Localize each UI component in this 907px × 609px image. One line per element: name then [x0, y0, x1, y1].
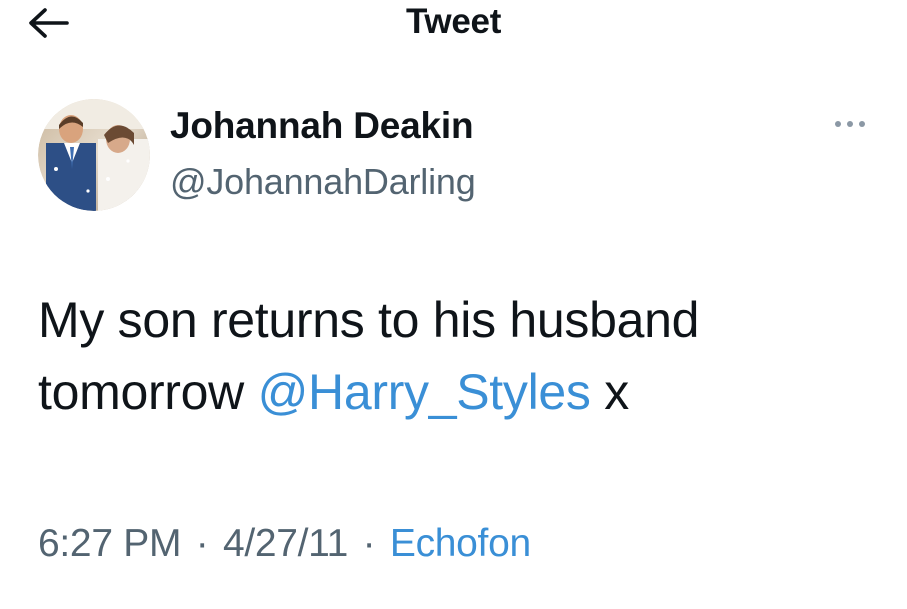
meta-separator: ·	[195, 522, 209, 565]
meta-separator-2: ·	[362, 522, 376, 565]
top-navigation-bar: Tweet	[0, 0, 907, 62]
tweet-metadata: 6:27 PM · 4/27/11 · Echofon	[38, 518, 531, 570]
author-avatar[interactable]	[38, 99, 150, 211]
tweet-time: 6:27 PM	[38, 522, 182, 565]
more-options-icon	[835, 121, 865, 127]
tweet-source-link[interactable]: Echofon	[390, 522, 531, 565]
profile-photo	[38, 99, 150, 211]
author-display-name[interactable]: Johannah Deakin	[170, 104, 474, 148]
page-title: Tweet	[405, 2, 502, 41]
tweet-date: 4/27/11	[222, 522, 349, 565]
tweet-text-after: x	[590, 364, 629, 420]
more-options-button[interactable]	[826, 112, 874, 136]
tweet-text: My son returns to his husband tomorrow @…	[38, 284, 888, 428]
mention-link[interactable]: @Harry_Styles	[258, 364, 591, 420]
author-handle[interactable]: @JohannahDarling	[170, 160, 476, 204]
